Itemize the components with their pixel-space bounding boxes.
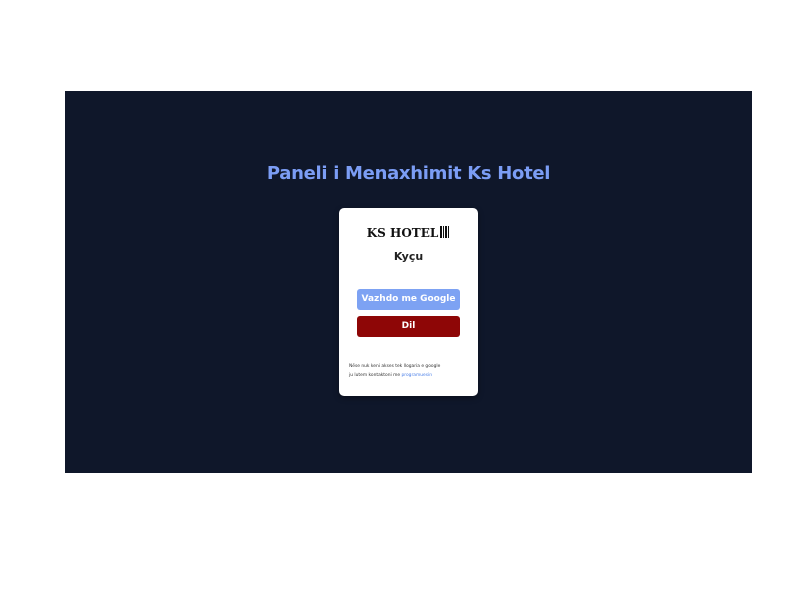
barcode-icon bbox=[440, 226, 451, 238]
hotel-logo: KS HOTEL bbox=[339, 226, 478, 240]
google-signin-button[interactable]: Vazhdo me Google bbox=[357, 289, 460, 310]
login-screen: Paneli i Menaxhimit Ks Hotel KS HOTEL Ky… bbox=[65, 91, 752, 473]
note-line-2-text: ju lutem kontaktoni me bbox=[349, 373, 401, 378]
login-heading: Kyçu bbox=[393, 250, 424, 263]
note-line-1: Nëse nuk keni akses tek llogaria e googl… bbox=[349, 364, 441, 369]
note-line-2: ju lutem kontaktoni me programuesin bbox=[349, 371, 471, 380]
exit-button[interactable]: Dil bbox=[357, 316, 460, 337]
logo-text: KS HOTEL bbox=[366, 226, 439, 240]
access-note: Nëse nuk keni akses tek llogaria e googl… bbox=[349, 362, 471, 380]
contact-developer-link[interactable]: programuesin bbox=[402, 373, 433, 378]
login-card: KS HOTEL Kyçu Vazhdo me Google Dil Nëse … bbox=[339, 208, 478, 396]
page-title: Paneli i Menaxhimit Ks Hotel bbox=[266, 163, 551, 184]
